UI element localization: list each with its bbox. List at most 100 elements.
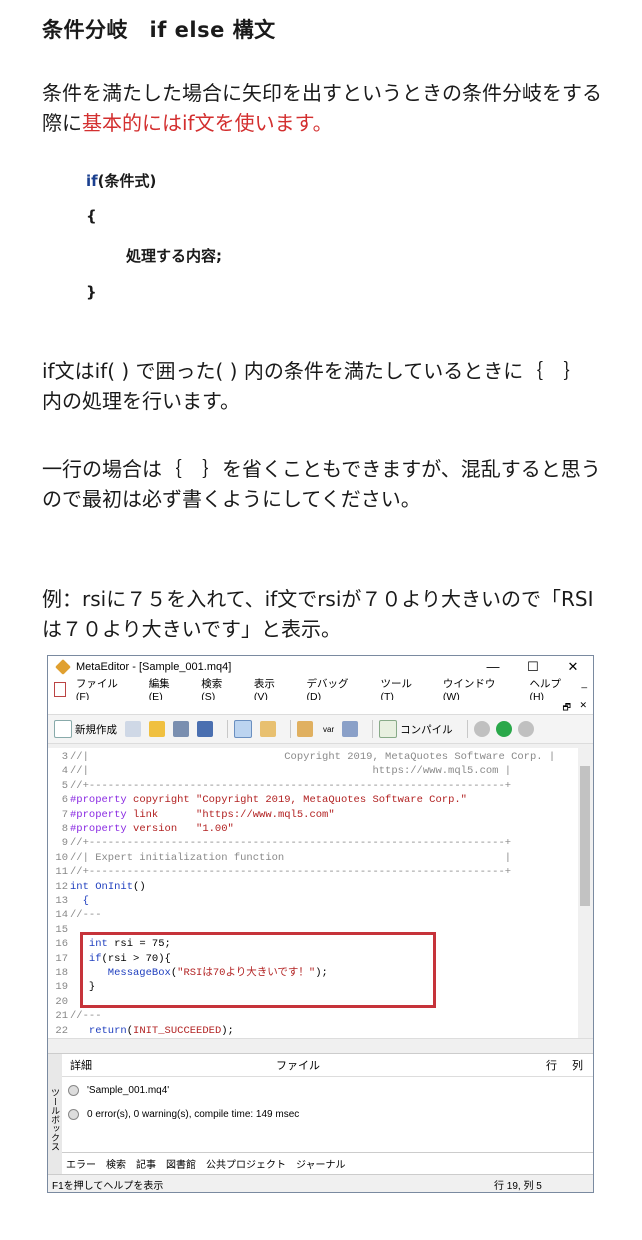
- code-line[interactable]: 6 #property copyright "Copyright 2019, Me…: [48, 793, 467, 807]
- toolbox-row-text: 0 error(s), 0 warning(s), compile time: …: [87, 1108, 300, 1120]
- syntax-condition: (条件式): [97, 172, 157, 190]
- toolbar: 新規作成 var コンパイル: [48, 714, 593, 744]
- line-number: 9: [61, 837, 68, 850]
- tab-journal[interactable]: ジャーナル: [296, 1156, 346, 1171]
- new-button[interactable]: 新規作成: [54, 720, 117, 738]
- pause-icon[interactable]: [517, 721, 534, 737]
- code-token: INIT_SUCCEEDED: [133, 1024, 222, 1037]
- menu-help[interactable]: ヘルプ(H): [529, 676, 575, 703]
- toolbox-panel: ツールボックス 詳細 ファイル 行 列 'Sample_001.mq4' 0 e…: [48, 1053, 593, 1174]
- code-line[interactable]: 13 {: [48, 894, 89, 908]
- line-number: 3: [61, 751, 68, 763]
- code-token: "Copyright 2019, MetaQuotes Software Cor…: [196, 794, 467, 807]
- menu-debug[interactable]: デバッグ(D): [307, 676, 363, 703]
- code-line[interactable]: 14//---: [48, 908, 101, 922]
- code-token: OnInit: [95, 880, 134, 893]
- compile-button[interactable]: コンパイル: [379, 720, 453, 738]
- variables-button[interactable]: var: [323, 725, 334, 734]
- line-number: 22: [55, 1024, 68, 1037]
- page-heading: 条件分岐 if else 構文: [42, 18, 276, 42]
- menu-file[interactable]: ファイル(F): [76, 676, 131, 703]
- new-button-label: 新規作成: [75, 723, 117, 736]
- toolbar-separator: [227, 720, 228, 738]
- mdi-close-button[interactable]: ✕: [579, 700, 587, 711]
- list-item[interactable]: 0 error(s), 0 warning(s), compile time: …: [62, 1104, 593, 1124]
- code-token: //+-------------------------------------…: [70, 837, 512, 850]
- code-line[interactable]: 3//| Copyright 2019, MetaQuotes Software…: [48, 750, 556, 764]
- line-number: 20: [55, 995, 68, 1008]
- status-help-text: F1を押してヘルプを表示: [52, 1181, 164, 1192]
- code-line[interactable]: 15: [48, 923, 70, 937]
- code-line[interactable]: 20: [48, 995, 70, 1009]
- line-number: 14: [55, 909, 68, 922]
- line-number: 21: [55, 1010, 68, 1023]
- open-folder-icon[interactable]: [149, 721, 165, 737]
- code-token: //+-------------------------------------…: [70, 779, 512, 792]
- code-token: #property: [70, 808, 134, 821]
- mdi-restore-button[interactable]: 🗗: [563, 700, 571, 716]
- vertical-scrollbar[interactable]: [578, 748, 592, 1038]
- code-token: );: [221, 1024, 234, 1037]
- mdi-controls: 🗗 ✕: [48, 700, 593, 714]
- tab-articles[interactable]: 記事: [136, 1156, 156, 1171]
- code-line[interactable]: 9//+------------------------------------…: [48, 836, 511, 850]
- code-token: "https://www.mql5.com": [196, 808, 335, 821]
- run-icon[interactable]: [495, 721, 512, 737]
- menu-edit[interactable]: 編集(E): [149, 676, 184, 703]
- line-number: 6: [61, 794, 68, 807]
- code-token: version: [133, 823, 197, 835]
- toolbar-separator: [290, 720, 291, 738]
- toolbox-icon[interactable]: [260, 721, 276, 737]
- info-icon: [68, 1084, 79, 1096]
- save-icon[interactable]: [173, 721, 189, 737]
- tab-library[interactable]: 図書館: [166, 1156, 196, 1171]
- function-icon[interactable]: [342, 721, 359, 737]
- save-all-icon[interactable]: [197, 721, 213, 737]
- code-line[interactable]: 8 #property version "1.00": [48, 822, 234, 836]
- code-token: (): [133, 880, 146, 893]
- tab-search[interactable]: 検索: [106, 1156, 126, 1171]
- toolbox-side-tab[interactable]: ツールボックス: [48, 1054, 62, 1174]
- info-icon: [68, 1108, 79, 1120]
- code-line[interactable]: 21//---: [48, 1009, 101, 1023]
- menu-search[interactable]: 検索(S): [201, 676, 236, 703]
- list-item[interactable]: 'Sample_001.mq4': [62, 1080, 593, 1100]
- wizard-icon[interactable]: [125, 721, 141, 737]
- mdi-minimize-button[interactable]: _: [581, 678, 587, 689]
- code-line[interactable]: 22 return(INIT_SUCCEEDED);: [48, 1024, 234, 1038]
- if-explanation-paragraph: if文はif( ) で囲った( ) 内の条件を満たしているときに｛ ｝内の処理を…: [42, 359, 584, 413]
- horizontal-scrollbar[interactable]: [48, 1038, 593, 1053]
- line-number: 17: [55, 952, 68, 965]
- syntax-open-brace: {: [86, 207, 97, 225]
- col-column[interactable]: 列: [572, 1057, 583, 1073]
- code-line[interactable]: 4//| https://www.mql5.com |: [48, 764, 511, 778]
- menu-view[interactable]: 表示(V): [254, 676, 289, 703]
- syntax-body: 処理する内容;: [126, 247, 222, 265]
- code-line[interactable]: 12 int OnInit(): [48, 880, 146, 894]
- line-number: 18: [55, 967, 68, 979]
- col-file[interactable]: ファイル: [276, 1057, 320, 1073]
- status-cursor-position: 行 19, 列 5: [494, 1181, 542, 1192]
- line-number: 8: [61, 823, 68, 835]
- line-number: 13: [55, 895, 68, 907]
- tab-public-projects[interactable]: 公共プロジェクト: [206, 1156, 286, 1171]
- code-token: #property: [70, 794, 134, 807]
- code-line[interactable]: 5//+------------------------------------…: [48, 779, 511, 793]
- scroll-thumb[interactable]: [580, 766, 590, 906]
- styler-icon[interactable]: [297, 721, 313, 737]
- example-paragraph: 例：rsiに７５を入れて、if文でrsiが７０より大きいので「RSIは７０より大…: [42, 587, 594, 641]
- code-line[interactable]: 11//+-----------------------------------…: [48, 865, 511, 879]
- navigator-icon[interactable]: [234, 720, 252, 738]
- col-line[interactable]: 行: [546, 1057, 557, 1073]
- tab-errors[interactable]: エラー: [66, 1156, 96, 1171]
- intro-highlight: 基本的にはif文を使います。: [82, 111, 333, 135]
- document-icon: [54, 681, 66, 697]
- code-line[interactable]: 10//| Expert initialization function |: [48, 851, 511, 865]
- menu-window[interactable]: ウインドウ(W): [443, 676, 512, 703]
- toolbar-separator: [372, 720, 374, 738]
- code-line[interactable]: 7 #property link "https://www.mql5.com": [48, 808, 335, 822]
- stop-icon[interactable]: [473, 721, 490, 737]
- col-details[interactable]: 詳細: [70, 1057, 92, 1073]
- menu-tools[interactable]: ツール(T): [380, 676, 424, 703]
- code-token: link: [133, 808, 197, 821]
